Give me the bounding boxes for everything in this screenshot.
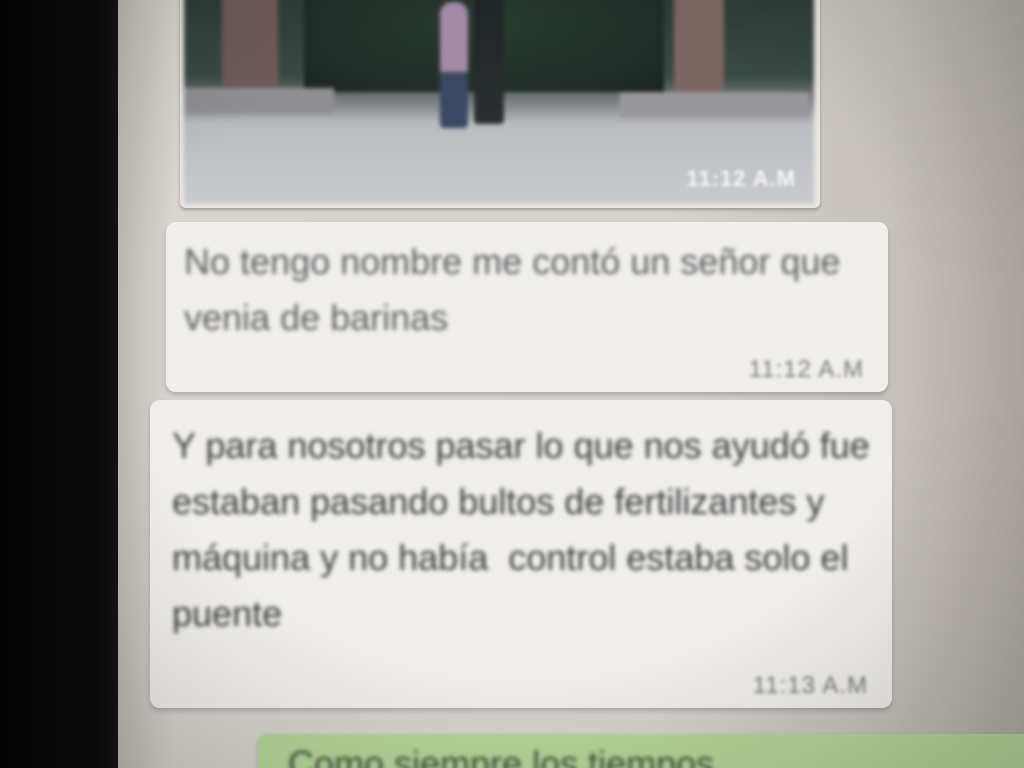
message-text: No tengo nombre me contó un señor que ve… — [184, 241, 851, 338]
message-time: 11:12 A.M — [748, 356, 864, 383]
photo-pillar-left — [222, 0, 278, 102]
photo-base-left — [184, 88, 334, 114]
photo-person-left — [440, 2, 468, 128]
photo-message[interactable]: 11:12 A.M — [180, 0, 820, 208]
incoming-message-bubble[interactable]: Y para nosotros pasar lo que nos ayudó f… — [150, 400, 892, 708]
photo-person-right — [474, 0, 504, 124]
outgoing-message-bubble[interactable]: Como siempre los tiempos — [258, 734, 1024, 768]
chat-screen[interactable]: 11:12 A.M No tengo nombre me contó un se… — [118, 0, 1024, 768]
photo-message-time: 11:12 A.M — [686, 166, 796, 191]
message-text: Como siempre los tiempos — [288, 743, 715, 768]
message-text: Y para nosotros pasar lo que nos ayudó f… — [172, 425, 880, 634]
incoming-message-bubble[interactable]: No tengo nombre me contó un señor que ve… — [166, 222, 888, 392]
message-time: 11:13 A.M — [752, 672, 868, 699]
photo-base-right — [620, 92, 810, 118]
